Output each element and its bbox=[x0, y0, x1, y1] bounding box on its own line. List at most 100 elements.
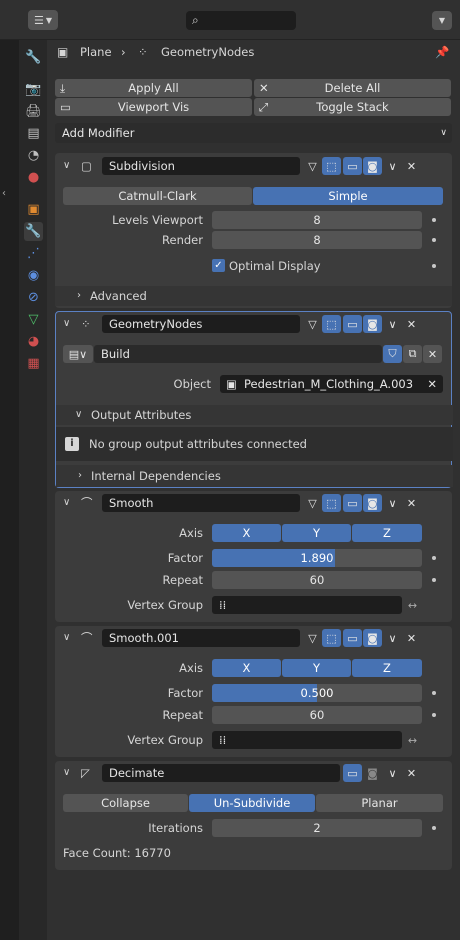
keyframe-dot[interactable] bbox=[432, 713, 436, 717]
modifier-name-field[interactable]: Smooth.001 bbox=[102, 629, 300, 647]
constraints-tab-icon[interactable]: ⊘ bbox=[24, 288, 43, 307]
modifier-tab-icon[interactable]: 🔧 bbox=[24, 222, 43, 241]
duplicate-icon[interactable]: ⧉ bbox=[403, 345, 422, 363]
edit-mode-icon[interactable]: ⬚ bbox=[322, 157, 341, 175]
render-camera-icon[interactable]: ◙ bbox=[363, 494, 382, 512]
modifier-name-field[interactable]: GeometryNodes bbox=[102, 315, 300, 333]
viewport-vis-button[interactable]: ▭ Viewport Vis bbox=[55, 98, 252, 116]
node-group-browse-icon[interactable]: ▤∨ bbox=[63, 345, 93, 363]
edit-mode-icon[interactable]: ⬚ bbox=[322, 629, 341, 647]
keyframe-dot[interactable] bbox=[432, 218, 436, 222]
collapse-chevron-icon[interactable]: ∨ bbox=[63, 629, 70, 647]
collapse-chevron-icon[interactable]: ∨ bbox=[63, 764, 70, 782]
unlink-close-icon[interactable]: ✕ bbox=[423, 345, 442, 363]
object-field[interactable]: ▣ Pedestrian_M_Clothing_A.003 ✕ bbox=[220, 375, 443, 393]
on-cage-icon[interactable]: ▽ bbox=[303, 494, 322, 512]
close-icon[interactable]: ✕ bbox=[402, 494, 421, 512]
levels-viewport-field[interactable]: 8 bbox=[212, 211, 422, 229]
factor-slider[interactable]: 1.890 bbox=[212, 549, 422, 567]
output-attributes-subpanel[interactable]: ∨ Output Attributes bbox=[56, 405, 453, 425]
vertex-group-field[interactable]: ⁞⁞ bbox=[212, 596, 402, 614]
close-icon[interactable]: ✕ bbox=[402, 764, 421, 782]
fake-user-shield-icon[interactable]: ⛉ bbox=[383, 345, 402, 363]
material-tab-icon[interactable]: ◕ bbox=[24, 332, 43, 351]
node-group-field[interactable]: Build bbox=[94, 345, 382, 363]
viewport-display-icon[interactable]: ▭ bbox=[343, 315, 362, 333]
advanced-subpanel[interactable]: › Advanced bbox=[55, 286, 452, 306]
factor-slider[interactable]: 0.500 bbox=[212, 684, 422, 702]
close-icon[interactable]: ✕ bbox=[402, 157, 421, 175]
on-cage-icon[interactable]: ▽ bbox=[303, 629, 322, 647]
particles-tab-icon[interactable]: ⋰ bbox=[24, 244, 43, 263]
modifier-name-field[interactable]: Subdivision bbox=[102, 157, 300, 175]
keyframe-dot[interactable] bbox=[432, 578, 436, 582]
options-dropdown[interactable]: ▼ bbox=[432, 11, 452, 30]
simple-button[interactable]: Simple bbox=[253, 187, 443, 205]
edit-mode-icon[interactable]: ⬚ bbox=[322, 315, 341, 333]
clear-x-icon[interactable]: ✕ bbox=[427, 375, 437, 393]
edit-mode-icon[interactable]: ⬚ bbox=[322, 494, 341, 512]
modifier-name-field[interactable]: Decimate bbox=[102, 764, 340, 782]
collapse-chevron-icon[interactable]: ∨ bbox=[63, 494, 70, 512]
on-cage-icon[interactable]: ▽ bbox=[303, 157, 322, 175]
object-tab-icon[interactable]: ▣ bbox=[24, 200, 43, 219]
on-cage-icon[interactable]: ▽ bbox=[303, 315, 322, 333]
keyframe-dot[interactable] bbox=[432, 238, 436, 242]
dropdown-chevron-icon[interactable]: ∨ bbox=[383, 494, 402, 512]
toggle-stack-button[interactable]: ⤢ Toggle Stack bbox=[254, 98, 451, 116]
close-icon[interactable]: ✕ bbox=[402, 629, 421, 647]
collapse-mode-button[interactable]: Collapse bbox=[63, 794, 188, 812]
render-tab-icon[interactable]: 📷 bbox=[24, 80, 43, 99]
planar-mode-button[interactable]: Planar bbox=[316, 794, 443, 812]
keyframe-dot[interactable] bbox=[432, 826, 436, 830]
optimal-display-checkbox[interactable]: ✓ bbox=[212, 259, 225, 272]
internal-dependencies-subpanel[interactable]: › Internal Dependencies bbox=[56, 465, 453, 487]
repeat-field[interactable]: 60 bbox=[212, 706, 422, 724]
render-camera-icon[interactable]: ◙ bbox=[363, 157, 382, 175]
axis-y-toggle[interactable]: Y bbox=[282, 659, 351, 677]
scene-tab-icon[interactable]: ◔ bbox=[24, 146, 43, 165]
axis-z-toggle[interactable]: Z bbox=[352, 524, 422, 542]
search-input[interactable]: ⌕ bbox=[186, 11, 296, 30]
dropdown-chevron-icon[interactable]: ∨ bbox=[383, 157, 402, 175]
keyframe-dot[interactable] bbox=[432, 691, 436, 695]
vertex-group-field[interactable]: ⁞⁞ bbox=[212, 731, 402, 749]
catmull-clark-button[interactable]: Catmull-Clark bbox=[63, 187, 252, 205]
unsubdivide-mode-button[interactable]: Un-Subdivide bbox=[189, 794, 315, 812]
close-icon[interactable]: ✕ bbox=[402, 315, 421, 333]
delete-all-button[interactable]: ✕ Delete All bbox=[254, 79, 451, 97]
texture-tab-icon[interactable]: ▦ bbox=[24, 354, 43, 373]
dropdown-chevron-icon[interactable]: ∨ bbox=[383, 764, 402, 782]
data-tab-icon[interactable]: ▽ bbox=[24, 310, 43, 329]
render-camera-icon[interactable]: ◙ bbox=[363, 764, 382, 782]
axis-y-toggle[interactable]: Y bbox=[282, 524, 351, 542]
viewport-display-icon[interactable]: ▭ bbox=[343, 629, 362, 647]
axis-z-toggle[interactable]: Z bbox=[352, 659, 422, 677]
invert-arrows-icon[interactable]: ↔ bbox=[403, 596, 422, 614]
viewport-display-icon[interactable]: ▭ bbox=[343, 764, 362, 782]
iterations-field[interactable]: 2 bbox=[212, 819, 422, 837]
invert-arrows-icon[interactable]: ↔ bbox=[403, 731, 422, 749]
dropdown-chevron-icon[interactable]: ∨ bbox=[383, 629, 402, 647]
render-camera-icon[interactable]: ◙ bbox=[363, 629, 382, 647]
view-layer-tab-icon[interactable]: ▤ bbox=[24, 124, 43, 143]
collapse-chevron-icon[interactable]: ∨ bbox=[63, 157, 70, 175]
add-modifier-dropdown[interactable]: Add Modifier ∨ bbox=[55, 123, 452, 143]
region-toggle-arrow[interactable]: ‹ bbox=[2, 188, 14, 200]
world-tab-icon[interactable]: ● bbox=[24, 168, 43, 187]
keyframe-dot[interactable] bbox=[432, 556, 436, 560]
pin-icon[interactable]: 📌 bbox=[435, 43, 449, 61]
output-tab-icon[interactable]: 🖨 bbox=[24, 102, 43, 121]
render-levels-field[interactable]: 8 bbox=[212, 231, 422, 249]
viewport-display-icon[interactable]: ▭ bbox=[343, 157, 362, 175]
tool-tab-icon[interactable]: 🔧 bbox=[24, 48, 43, 67]
keyframe-dot[interactable] bbox=[432, 264, 436, 268]
axis-x-toggle[interactable]: X bbox=[212, 659, 281, 677]
viewport-display-icon[interactable]: ▭ bbox=[343, 494, 362, 512]
modifier-name-field[interactable]: Smooth bbox=[102, 494, 300, 512]
physics-tab-icon[interactable]: ◉ bbox=[24, 266, 43, 285]
repeat-field[interactable]: 60 bbox=[212, 571, 422, 589]
collapse-chevron-icon[interactable]: ∨ bbox=[63, 315, 70, 333]
apply-all-button[interactable]: ⤓ Apply All bbox=[55, 79, 252, 97]
dropdown-chevron-icon[interactable]: ∨ bbox=[383, 315, 402, 333]
